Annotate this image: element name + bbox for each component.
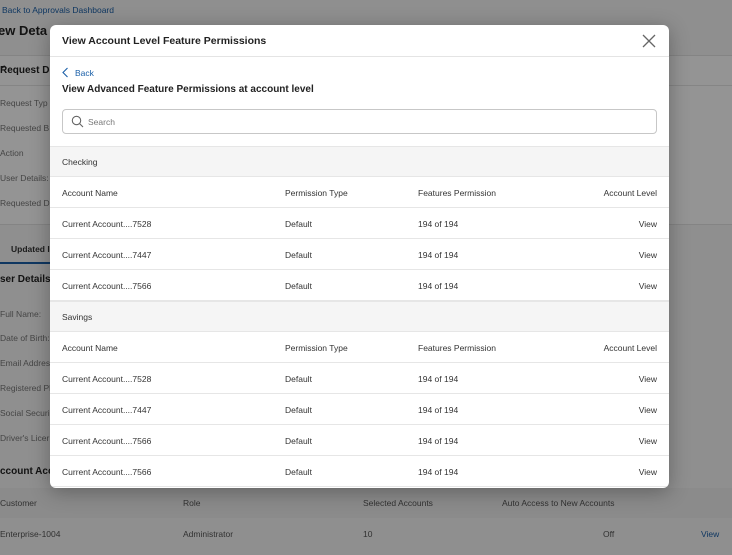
column-header: Account Name [62, 188, 118, 198]
account-name-cell: Current Account....7566 [62, 436, 152, 446]
modal-header: View Account Level Feature Permissions [50, 25, 669, 57]
column-header: Account Level [603, 343, 657, 353]
permission-type-cell: Default [285, 405, 312, 415]
view-link[interactable]: View [639, 467, 657, 477]
features-permission-cell: 194 of 194 [418, 467, 459, 477]
close-icon [642, 34, 656, 48]
column-header-row: Account Name Permission Type Features Perm… [50, 332, 669, 363]
features-permission-cell: 194 of 194 [418, 281, 459, 291]
account-name-cell: Current Account....7447 [62, 405, 152, 415]
section-title: Savings [62, 312, 93, 322]
permission-type-cell: Default [285, 436, 312, 446]
account-name-cell: Current Account....7566 [62, 467, 152, 477]
modal-subtitle: View Advanced Feature Permissions at acc… [62, 84, 314, 95]
account-name-cell: Current Account....7528 [62, 219, 152, 229]
features-permission-cell: 194 of 194 [418, 436, 459, 446]
account-name-cell: Current Account....7566 [62, 281, 152, 291]
view-link[interactable]: View [639, 436, 657, 446]
permission-type-cell: Default [285, 281, 312, 291]
back-label: Back [75, 67, 94, 78]
search-input[interactable] [88, 116, 648, 127]
section-header-checking: Checking [50, 146, 669, 177]
permission-type-cell: Default [285, 467, 312, 477]
column-header: Features Permission [418, 188, 496, 198]
section-header-savings: Savings [50, 301, 669, 332]
features-permission-cell: 194 of 194 [418, 374, 459, 384]
table-row: Current Account....7566 Default 194 of 194… [50, 425, 669, 456]
column-header: Account Name [62, 343, 118, 353]
permission-type-cell: Default [285, 219, 312, 229]
modal-title: View Account Level Feature Permissions [62, 35, 267, 47]
view-link[interactable]: View [639, 281, 657, 291]
chevron-left-icon [62, 67, 68, 78]
column-header: Account Level [603, 188, 657, 198]
table-row: Current Account....7528 Default 194 of 194… [50, 208, 669, 239]
table-row: Current Account....7528 Default 194 of 194… [50, 363, 669, 394]
column-header-row: Account Name Permission Type Features Perm… [50, 177, 669, 208]
account-name-cell: Current Account....7447 [62, 250, 152, 260]
permission-type-cell: Default [285, 374, 312, 384]
column-header: Features Permission [418, 343, 496, 353]
view-link[interactable]: View [639, 250, 657, 260]
column-header: Permission Type [285, 188, 348, 198]
table-row: Current Account....7447 Default 194 of 194… [50, 394, 669, 425]
column-header: Permission Type [285, 343, 348, 353]
view-link[interactable]: View [639, 405, 657, 415]
table-row: Current Account....7566 Default 194 of 194… [50, 270, 669, 301]
permission-type-cell: Default [285, 250, 312, 260]
features-permission-cell: 194 of 194 [418, 405, 459, 415]
features-permission-cell: 194 of 194 [418, 250, 459, 260]
table-row: Current Account....7447 Default 194 of 194… [50, 239, 669, 270]
search-box[interactable] [62, 109, 657, 134]
account-name-cell: Current Account....7528 [62, 374, 152, 384]
close-button[interactable] [639, 31, 659, 51]
section-title: Checking [62, 157, 98, 167]
table-row: Current Account....7566 Default 194 of 194… [50, 456, 669, 487]
back-button[interactable]: Back [61, 67, 94, 78]
view-link[interactable]: View [639, 219, 657, 229]
permissions-modal: View Account Level Feature Permissions B… [50, 25, 669, 488]
view-link[interactable]: View [639, 374, 657, 384]
search-icon [71, 115, 84, 128]
features-permission-cell: 194 of 194 [418, 219, 459, 229]
